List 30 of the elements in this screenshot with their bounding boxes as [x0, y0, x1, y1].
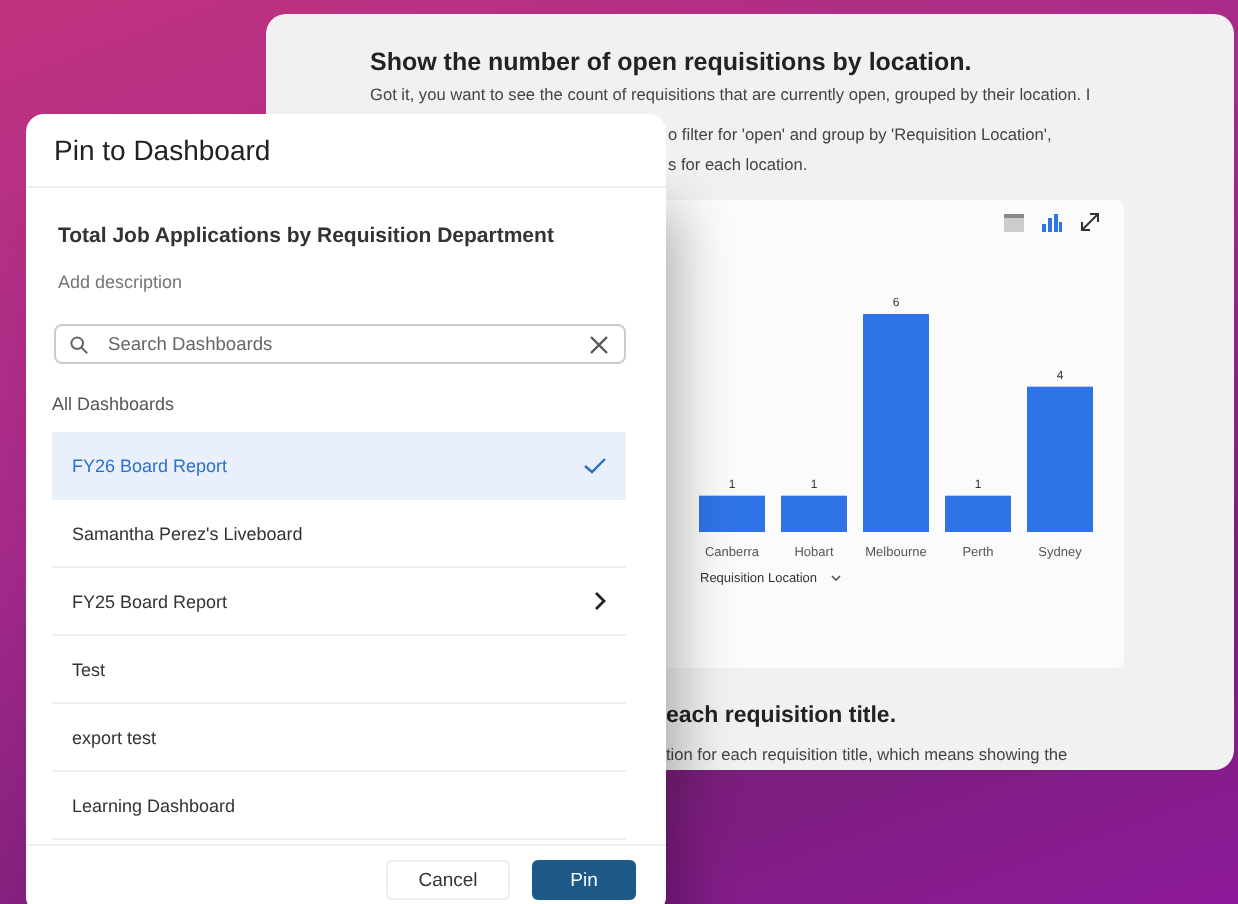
check-icon: [584, 457, 606, 473]
pin-button[interactable]: Pin: [532, 860, 636, 900]
caret-icon[interactable]: [831, 575, 841, 582]
bar-chart-icon[interactable]: [1042, 213, 1062, 231]
section-label: All Dashboards: [52, 394, 177, 414]
dashboard-item[interactable]: export test: [52, 704, 626, 772]
dashboard-item[interactable]: FY26 Board Report: [52, 432, 626, 500]
dashboard-item[interactable]: Learning Dashboard: [52, 772, 626, 840]
bar: [781, 495, 847, 532]
dashboard-item[interactable]: Test: [52, 636, 626, 704]
chevron-right-icon[interactable]: [594, 592, 606, 610]
answer-text: Got it, you want to see the count of requisitions that are currently open, grouped by their location. I: [370, 82, 1093, 108]
question-text: each requisition title.: [666, 704, 899, 728]
dialog-title: Pin to Dashboard: [26, 114, 666, 188]
search-icon: [70, 335, 88, 353]
bar: [945, 495, 1011, 532]
dashboard-item[interactable]: Samantha Perez's Liveboard: [52, 500, 626, 568]
table-icon[interactable]: [1004, 213, 1024, 231]
dashboard-item[interactable]: FY25 Board Report: [52, 568, 626, 636]
description-field[interactable]: Add description: [52, 272, 626, 292]
bar: [699, 495, 765, 532]
answer-text: tion for each requisition title, which means showing the: [666, 742, 1070, 768]
answer-text: o filter for 'open' and group by 'Requisition Location',: [668, 122, 1054, 148]
cancel-button[interactable]: Cancel: [386, 860, 510, 900]
close-icon[interactable]: [590, 335, 608, 353]
expand-icon[interactable]: [1080, 212, 1100, 232]
question-text: Show the number of open requisitions by location.: [370, 48, 974, 76]
answer-text: s for each location.: [668, 152, 810, 178]
search-field[interactable]: Search Dashboards: [54, 324, 626, 364]
visualization-title: Total Job Applications by Requisition Department: [56, 224, 556, 248]
